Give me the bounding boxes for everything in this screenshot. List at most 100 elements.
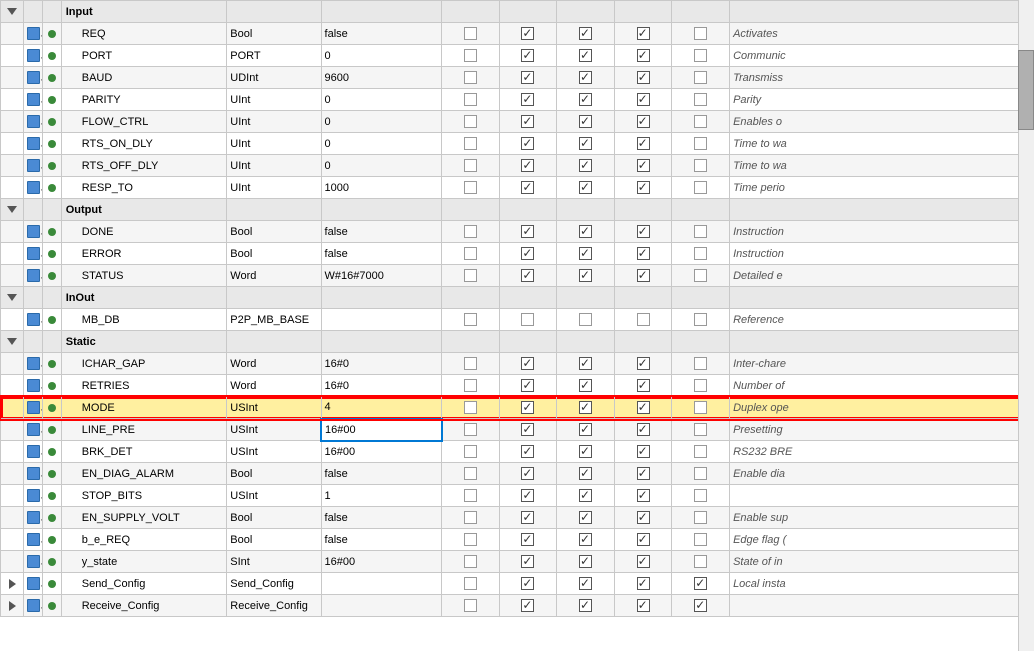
table-row[interactable]: RTS_ON_DLYUInt0Time to wa [1, 133, 1034, 155]
checkbox-unchecked[interactable] [464, 137, 477, 150]
value-cell[interactable]: false [321, 463, 441, 485]
checkbox-unchecked[interactable] [694, 71, 707, 84]
expand-cell[interactable] [1, 485, 24, 507]
checkbox-checked[interactable] [521, 225, 534, 238]
checkbox-unchecked[interactable] [694, 445, 707, 458]
checkbox-checked[interactable] [579, 533, 592, 546]
expand-cell[interactable] [1, 287, 24, 309]
value-cell[interactable]: 1000 [321, 177, 441, 199]
checkbox-checked[interactable] [637, 247, 650, 260]
value-cell[interactable]: false [321, 221, 441, 243]
expand-cell[interactable] [1, 551, 24, 573]
checkbox-checked[interactable] [637, 599, 650, 612]
expand-cell[interactable] [1, 507, 24, 529]
expand-cell[interactable] [1, 177, 24, 199]
expand-cell[interactable] [1, 111, 24, 133]
checkbox-unchecked[interactable] [694, 27, 707, 40]
checkbox-checked[interactable] [521, 27, 534, 40]
checkbox-checked[interactable] [579, 247, 592, 260]
checkbox-unchecked[interactable] [464, 71, 477, 84]
checkbox-checked[interactable] [637, 159, 650, 172]
checkbox-unchecked[interactable] [464, 555, 477, 568]
checkbox-checked[interactable] [637, 115, 650, 128]
checkbox-checked[interactable] [579, 49, 592, 62]
expand-cell[interactable] [1, 67, 24, 89]
table-row[interactable]: STATUSWordW#16#7000Detailed e [1, 265, 1034, 287]
checkbox-checked[interactable] [521, 445, 534, 458]
checkbox-unchecked[interactable] [694, 379, 707, 392]
checkbox-checked[interactable] [521, 533, 534, 546]
checkbox-unchecked[interactable] [464, 247, 477, 260]
checkbox-checked[interactable] [579, 115, 592, 128]
checkbox-checked[interactable] [637, 137, 650, 150]
checkbox-unchecked[interactable] [521, 313, 534, 326]
checkbox-unchecked[interactable] [694, 533, 707, 546]
checkbox-checked[interactable] [579, 71, 592, 84]
checkbox-unchecked[interactable] [464, 533, 477, 546]
checkbox-checked[interactable] [579, 401, 592, 414]
checkbox-unchecked[interactable] [464, 423, 477, 436]
checkbox-checked[interactable] [694, 577, 707, 590]
expand-cell[interactable] [1, 375, 24, 397]
table-row[interactable]: Input [1, 1, 1034, 23]
checkbox-checked[interactable] [637, 511, 650, 524]
checkbox-checked[interactable] [637, 357, 650, 370]
value-cell[interactable]: 16#0 [321, 353, 441, 375]
checkbox-checked[interactable] [637, 225, 650, 238]
checkbox-checked[interactable] [579, 269, 592, 282]
checkbox-unchecked[interactable] [694, 49, 707, 62]
value-cell[interactable] [321, 199, 441, 221]
section-toggle-icon[interactable] [7, 294, 17, 301]
value-cell[interactable] [321, 419, 441, 441]
checkbox-checked[interactable] [637, 71, 650, 84]
value-cell[interactable] [321, 573, 441, 595]
checkbox-unchecked[interactable] [694, 467, 707, 480]
checkbox-checked[interactable] [521, 511, 534, 524]
table-row[interactable]: Output [1, 199, 1034, 221]
checkbox-unchecked[interactable] [694, 93, 707, 106]
checkbox-checked[interactable] [521, 93, 534, 106]
value-cell[interactable]: 16#00 [321, 551, 441, 573]
expand-cell[interactable] [1, 199, 24, 221]
checkbox-checked[interactable] [521, 401, 534, 414]
value-cell[interactable]: false [321, 507, 441, 529]
value-cell[interactable] [321, 331, 441, 353]
checkbox-checked[interactable] [521, 357, 534, 370]
expand-cell[interactable] [1, 221, 24, 243]
value-cell[interactable] [321, 1, 441, 23]
value-cell[interactable]: 4 [321, 397, 441, 419]
checkbox-checked[interactable] [521, 379, 534, 392]
checkbox-checked[interactable] [521, 71, 534, 84]
checkbox-checked[interactable] [637, 401, 650, 414]
section-toggle-icon[interactable] [7, 8, 17, 15]
checkbox-unchecked[interactable] [694, 401, 707, 414]
checkbox-checked[interactable] [521, 115, 534, 128]
value-cell[interactable] [321, 595, 441, 617]
checkbox-checked[interactable] [579, 137, 592, 150]
checkbox-checked[interactable] [637, 181, 650, 194]
table-row[interactable]: STOP_BITSUSInt1 [1, 485, 1034, 507]
checkbox-checked[interactable] [521, 577, 534, 590]
value-input[interactable] [325, 424, 437, 436]
checkbox-checked[interactable] [521, 247, 534, 260]
checkbox-checked[interactable] [579, 379, 592, 392]
checkbox-checked[interactable] [637, 269, 650, 282]
checkbox-checked[interactable] [694, 599, 707, 612]
expand-cell[interactable] [1, 573, 24, 595]
table-row[interactable]: REQBoolfalseActivates [1, 23, 1034, 45]
expand-cell[interactable] [1, 353, 24, 375]
checkbox-checked[interactable] [637, 27, 650, 40]
table-row[interactable]: ERRORBoolfalseInstruction [1, 243, 1034, 265]
checkbox-unchecked[interactable] [694, 269, 707, 282]
table-row[interactable]: Static [1, 331, 1034, 353]
checkbox-unchecked[interactable] [464, 489, 477, 502]
checkbox-unchecked[interactable] [464, 159, 477, 172]
checkbox-unchecked[interactable] [694, 313, 707, 326]
checkbox-unchecked[interactable] [637, 313, 650, 326]
value-cell[interactable]: false [321, 23, 441, 45]
expand-cell[interactable] [1, 463, 24, 485]
value-cell[interactable]: 0 [321, 155, 441, 177]
checkbox-checked[interactable] [579, 423, 592, 436]
checkbox-checked[interactable] [637, 555, 650, 568]
checkbox-checked[interactable] [521, 137, 534, 150]
